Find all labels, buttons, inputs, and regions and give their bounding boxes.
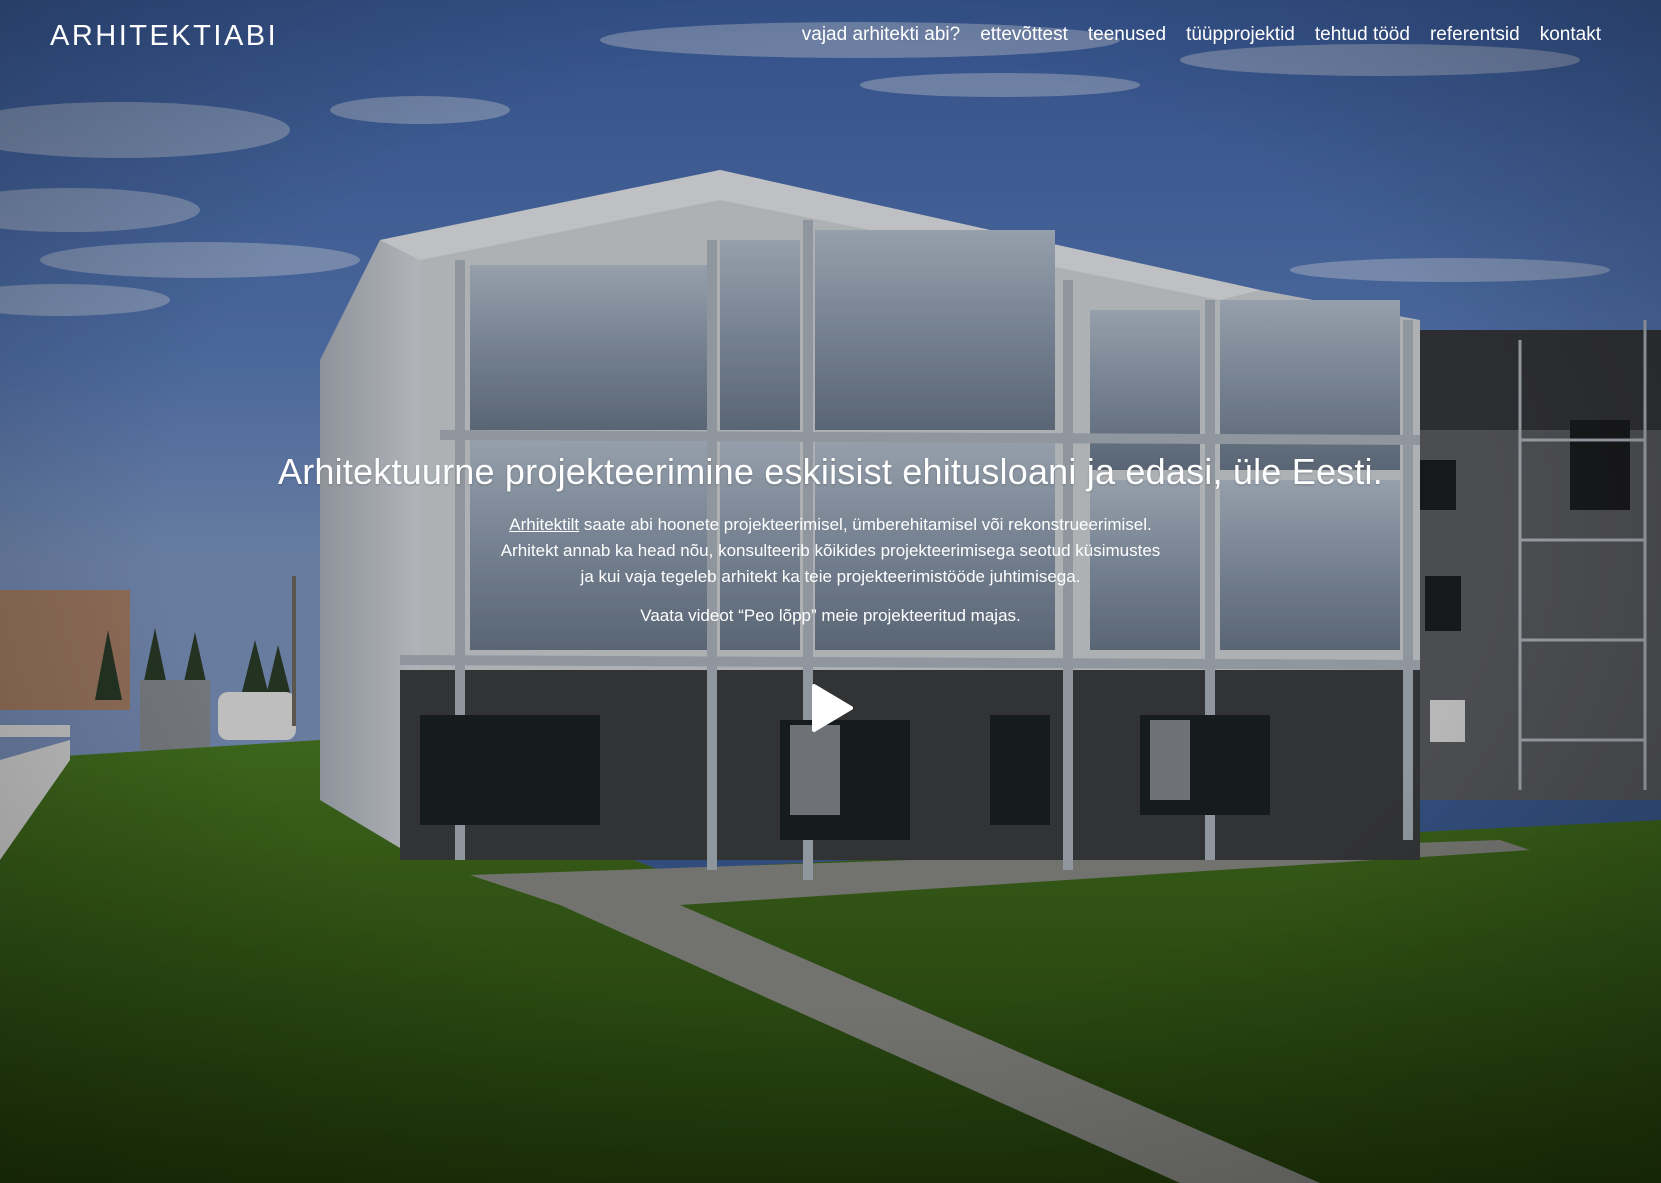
site-logo[interactable]: ARHITEKTIABI (50, 20, 278, 53)
hero-headline: Arhitektuurne projekteerimine eskiisist … (278, 451, 1383, 492)
intro-line3-text: ja kui vaja tegeleb arhitekt ka teie pro… (580, 567, 1081, 586)
intro-line2-text: Arhitekt annab ka head nõu, konsulteerib… (500, 541, 1161, 560)
intro-line1-text: saate abi hoonete projekteerimisel, ümbe… (579, 515, 1152, 534)
nav-item-tuupprojektid[interactable]: tüüpprojektid (1186, 24, 1295, 46)
main-navigation: vajad arhitekti abi? ettevõttest teenuse… (802, 24, 1601, 46)
nav-item-teenused[interactable]: teenused (1088, 24, 1166, 46)
hero-content: Arhitektuurne projekteerimine eskiisist … (0, 448, 1661, 628)
nav-item-tehtud-tood[interactable]: tehtud tööd (1315, 24, 1410, 46)
video-caption: Vaata videot “Peo lõpp” meie projekteeri… (640, 606, 1021, 625)
nav-item-ettevottest[interactable]: ettevõttest (980, 24, 1068, 46)
arhitektilt-link[interactable]: Arhitektilt (509, 515, 579, 534)
nav-item-vajad-arhitekti-abi[interactable]: vajad arhitekti abi? (802, 24, 960, 46)
nav-item-kontakt[interactable]: kontakt (1540, 24, 1601, 46)
nav-item-referentsid[interactable]: referentsid (1430, 24, 1520, 46)
hero-section: ARHITEKTIABI vajad arhitekti abi? ettevõ… (0, 0, 1661, 1183)
hero-intro: Arhitektilt saate abi hoonete projekteer… (0, 512, 1661, 590)
play-icon[interactable] (810, 683, 854, 733)
